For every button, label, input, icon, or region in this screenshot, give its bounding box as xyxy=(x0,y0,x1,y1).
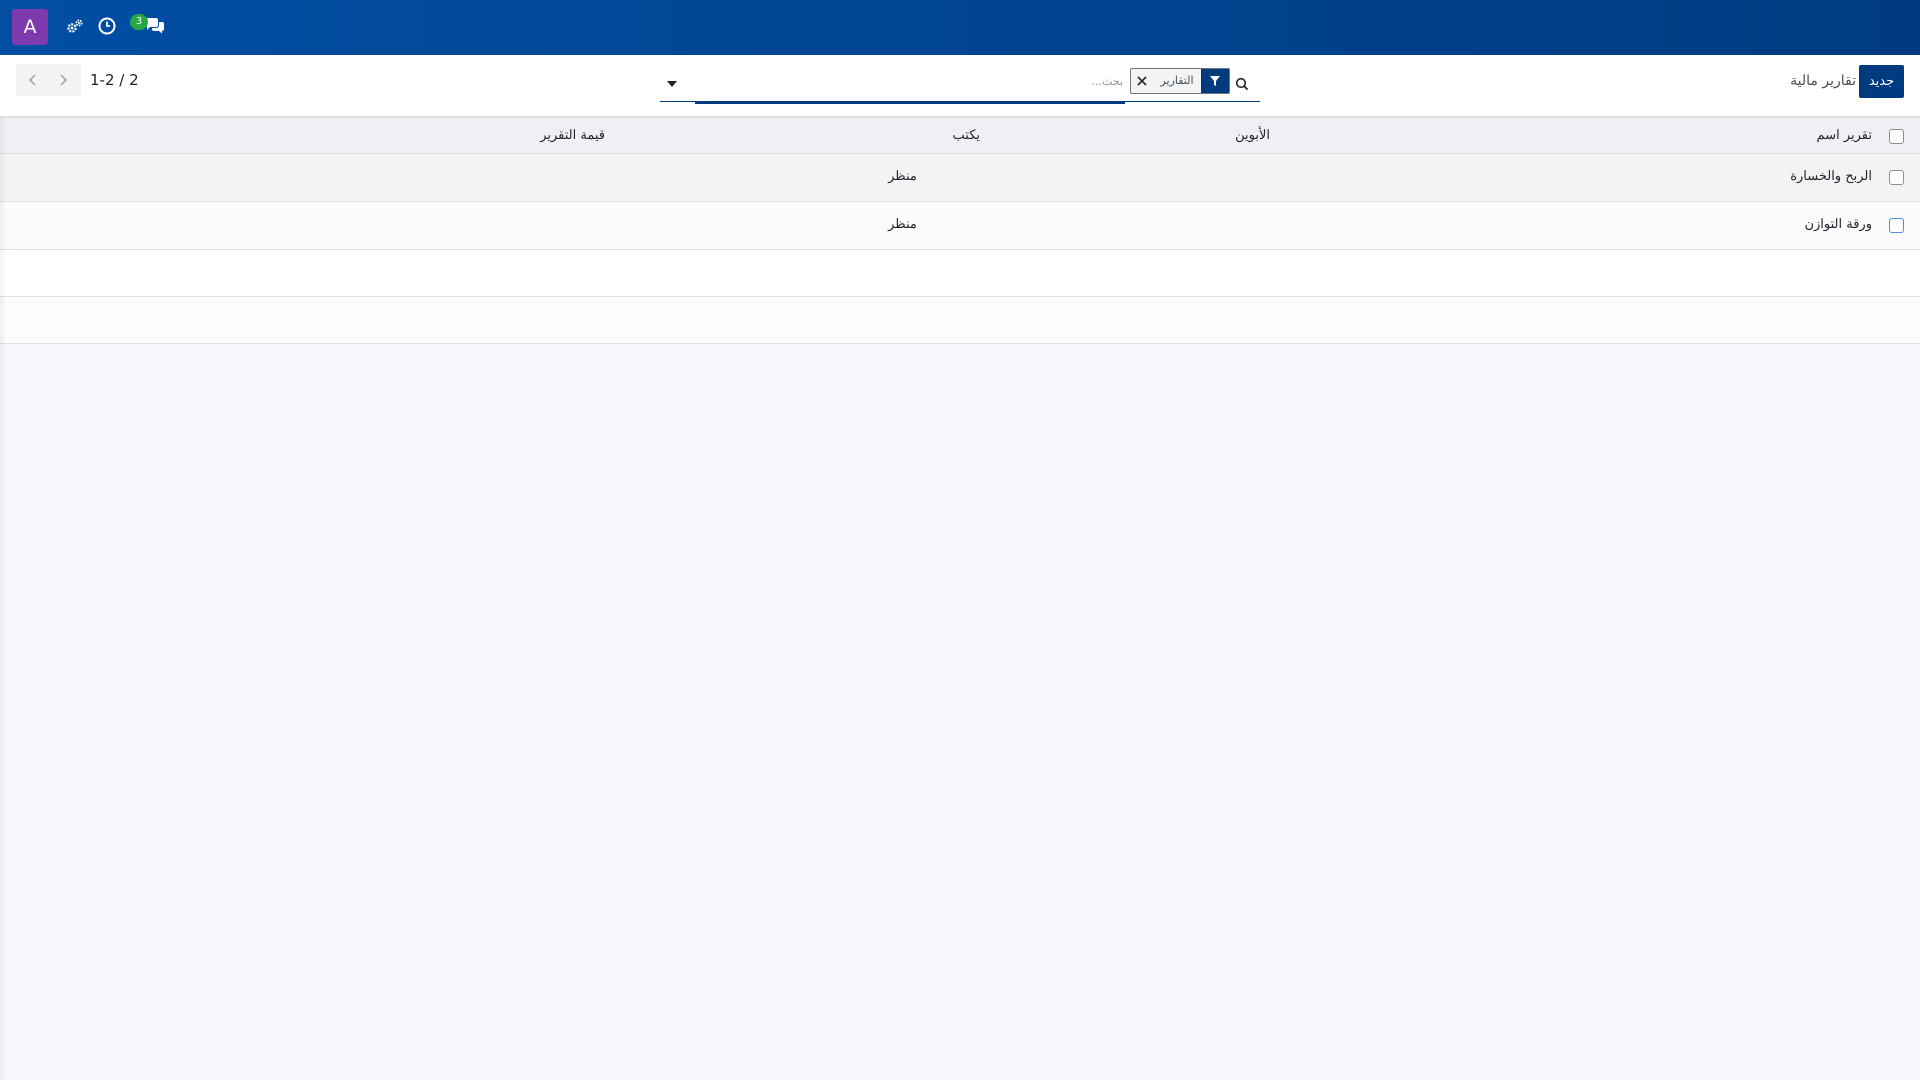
search-bar: التقارير xyxy=(660,66,1260,104)
caret-down-icon[interactable] xyxy=(660,74,684,94)
search-input-underline xyxy=(695,101,1125,104)
left-edge-shadow xyxy=(0,117,6,1080)
select-all-checkbox[interactable] xyxy=(1889,129,1904,144)
pager-value[interactable]: 1-2 / 2 xyxy=(90,71,139,89)
search-input[interactable] xyxy=(695,70,1125,92)
empty-row xyxy=(0,297,1920,344)
header-parent[interactable]: الأبوين xyxy=(1160,128,1270,143)
settings-gears-icon[interactable] xyxy=(63,14,87,38)
empty-row xyxy=(0,250,1920,297)
header-value[interactable]: قيمة التقرير xyxy=(480,128,605,143)
search-facet: التقارير xyxy=(1130,68,1230,94)
filter-icon xyxy=(1201,69,1229,93)
search-icon[interactable] xyxy=(1230,72,1254,96)
pager-buttons xyxy=(16,64,81,96)
row-print: منظر xyxy=(888,217,917,232)
control-panel: جديد تقارير مالية التقارير بحث... 1-2 / … xyxy=(0,55,1920,117)
report-list: تقرير اسم الأبوين يكتب قيمة التقرير الرب… xyxy=(0,117,1920,344)
close-icon[interactable] xyxy=(1131,69,1153,93)
row-checkbox[interactable] xyxy=(1889,218,1904,233)
facet-label: التقارير xyxy=(1160,74,1194,87)
chevron-left-icon xyxy=(28,74,36,86)
breadcrumb: تقارير مالية xyxy=(1790,73,1856,89)
table-row[interactable]: الربح والخسارة منظر xyxy=(0,154,1920,202)
header-print[interactable]: يكتب xyxy=(870,128,981,143)
header-name[interactable]: تقرير اسم xyxy=(1817,128,1872,143)
table-row[interactable]: ورقة التوازن منظر xyxy=(0,202,1920,250)
list-header: تقرير اسم الأبوين يكتب قيمة التقرير xyxy=(0,117,1920,154)
row-checkbox[interactable] xyxy=(1889,170,1904,185)
pager-previous-button[interactable] xyxy=(16,64,48,96)
top-navbar: A 3 xyxy=(0,0,1920,55)
new-button[interactable]: جديد xyxy=(1859,65,1904,98)
clock-icon[interactable] xyxy=(95,14,119,38)
row-name: ورقة التوازن xyxy=(1804,217,1872,232)
chevron-right-icon xyxy=(60,74,68,86)
row-name: الربح والخسارة xyxy=(1790,169,1872,184)
chat-badge: 3 xyxy=(130,14,148,30)
row-print: منظر xyxy=(888,169,917,184)
user-avatar[interactable]: A xyxy=(12,9,48,45)
pager-next-button[interactable] xyxy=(48,64,80,96)
